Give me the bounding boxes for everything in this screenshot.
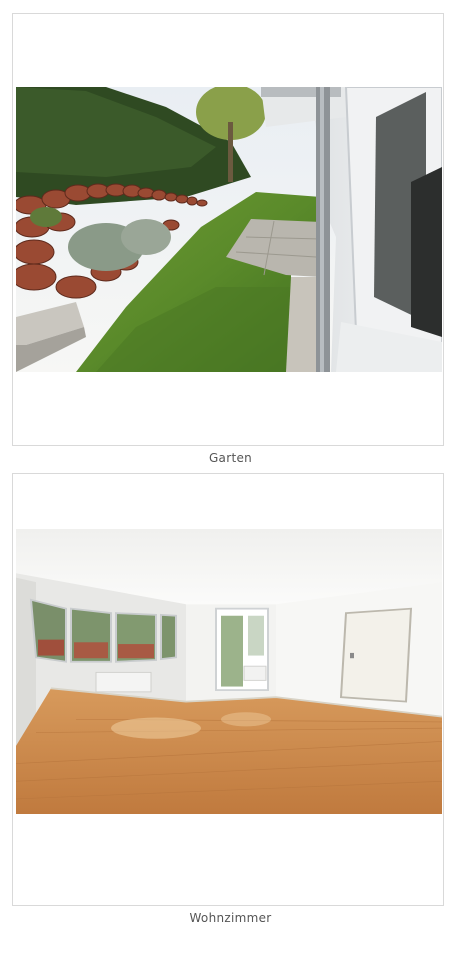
garden-photo[interactable] [16, 87, 442, 372]
caption-garten: Garten [208, 451, 253, 465]
caption-wohnzimmer: Wohnzimmer [189, 911, 272, 925]
living-room-photo[interactable] [16, 529, 442, 814]
gallery-card-garden[interactable] [12, 13, 444, 446]
gallery-card-wohnzimmer[interactable] [12, 473, 444, 906]
